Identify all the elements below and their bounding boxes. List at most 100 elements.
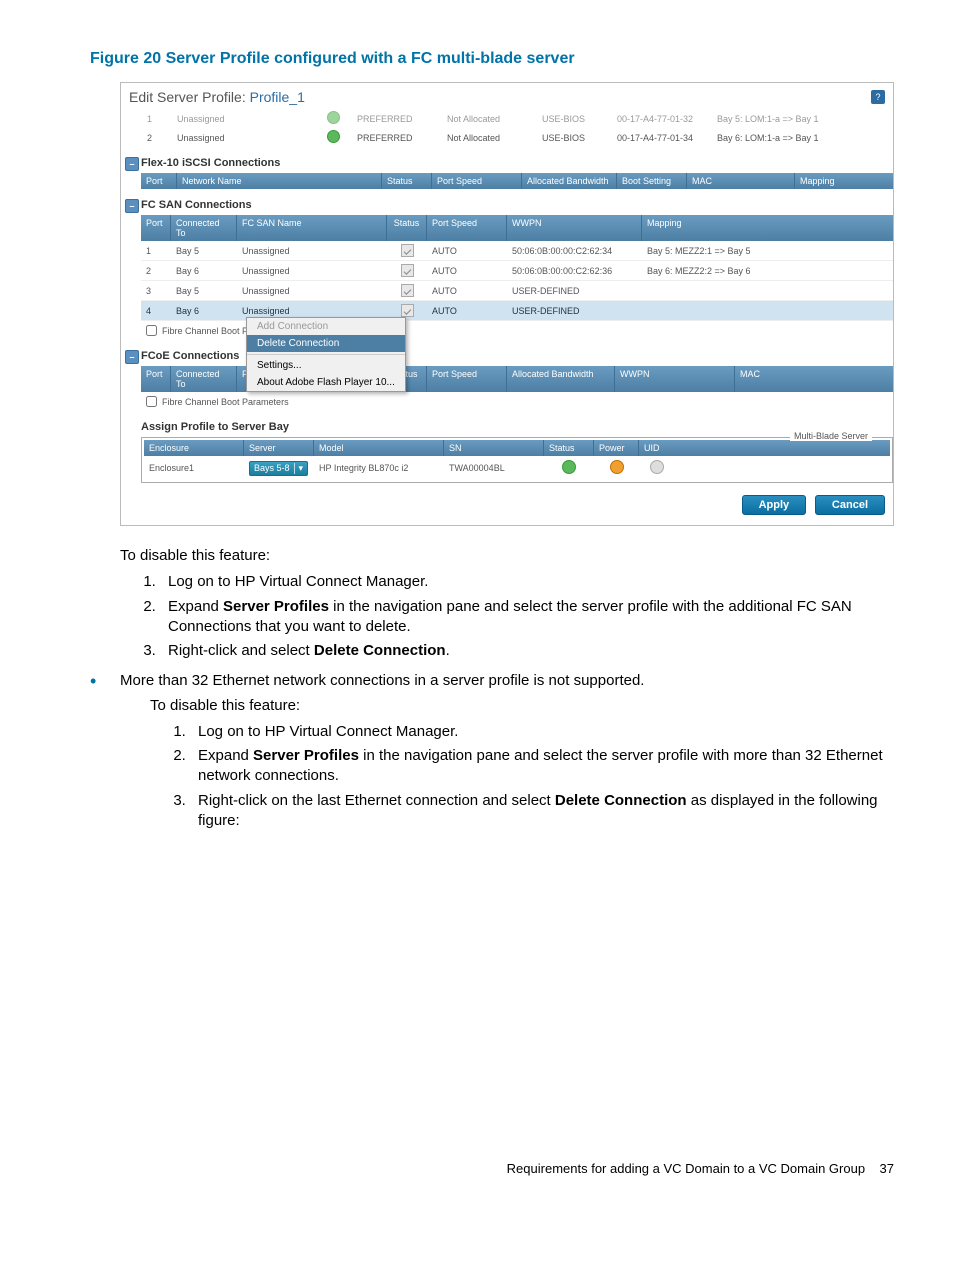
status-icon: [401, 244, 414, 257]
bullet-item: More than 32 Ethernet network connection…: [120, 671, 894, 831]
mapping-cell: Bay 6: MEZZ2:2 => Bay 6: [642, 263, 893, 279]
port-cell: 3: [141, 283, 171, 299]
fcoe-boot-params-checkbox[interactable]: [146, 396, 157, 407]
fc-boot-params-checkbox[interactable]: [146, 325, 157, 336]
list-item: Log on to HP Virtual Connect Manager.: [190, 722, 894, 742]
col-status: Status: [382, 173, 432, 189]
page-number: 37: [880, 1161, 894, 1176]
speed-cell: PREFERRED: [357, 133, 447, 143]
status-ok-icon: [327, 130, 340, 143]
col-connto: Connected To: [171, 215, 237, 241]
mac-cell: 00-17-A4-77-01-34: [617, 133, 717, 143]
col-mapping: Mapping: [642, 215, 893, 241]
mapping-cell: Bay 5: LOM:1-a => Bay 1: [717, 114, 885, 124]
connto-cell: Bay 5: [171, 243, 237, 259]
iscsi-section-header: – Flex-10 iSCSI Connections: [121, 147, 893, 173]
col-portspeed: Port Speed: [432, 173, 522, 189]
list-item: Expand Server Profiles in the navigation…: [160, 597, 894, 638]
bay-select-label: Bays 5-8: [254, 463, 290, 473]
name-cell: Unassigned: [177, 133, 327, 143]
col-status: Status: [387, 215, 427, 241]
menu-about-flash[interactable]: About Adobe Flash Player 10...: [247, 374, 405, 391]
mapping-cell: Bay 6: LOM:1-a => Bay 1: [717, 133, 885, 143]
col-enclosure: Enclosure: [144, 440, 244, 456]
iscsi-grid-header: Port Network Name Status Port Speed Allo…: [141, 173, 893, 189]
status-ok-icon: [327, 111, 340, 124]
fcoe-title: FCoE Connections: [141, 350, 239, 362]
col-power: Power: [594, 440, 639, 456]
boot-cell: USE-BIOS: [542, 114, 617, 124]
col-allocbw: Allocated Bandwidth: [522, 173, 617, 189]
page-footer: Requirements for adding a VC Domain to a…: [0, 1161, 954, 1206]
col-boot: Boot Setting: [617, 173, 687, 189]
document-body: To disable this feature: Log on to HP Vi…: [120, 546, 894, 831]
list-item: Log on to HP Virtual Connect Manager.: [160, 572, 894, 592]
ethernet-row[interactable]: 1 Unassigned PREFERRED Not Allocated USE…: [121, 109, 893, 128]
port-cell: 1: [129, 114, 177, 124]
sn-cell: TWA00004BL: [444, 459, 544, 477]
menu-settings[interactable]: Settings...: [247, 357, 405, 374]
portspeed-cell: AUTO: [427, 303, 507, 319]
mac-cell: 00-17-A4-77-01-32: [617, 114, 717, 124]
paragraph: To disable this feature:: [150, 696, 894, 716]
fcoe-section-header: – FCoE Connections: [121, 340, 893, 366]
list-item: Right-click on the last Ethernet connect…: [190, 791, 894, 832]
col-status: Status: [544, 440, 594, 456]
collapse-icon[interactable]: –: [125, 157, 139, 171]
panel-title: Edit Server Profile: Profile_1: [129, 89, 305, 105]
fcsan-row[interactable]: 3 Bay 5 Unassigned AUTO USER-DEFINED: [141, 281, 893, 301]
ethernet-row[interactable]: 2 Unassigned PREFERRED Not Allocated USE…: [121, 128, 893, 147]
menu-delete-connection[interactable]: Delete Connection: [247, 335, 405, 352]
cancel-button[interactable]: Cancel: [815, 495, 885, 515]
help-icon[interactable]: ?: [871, 90, 885, 104]
bay-select[interactable]: Bays 5-8 ▾: [249, 461, 308, 476]
connto-cell: Bay 6: [171, 303, 237, 319]
apply-button[interactable]: Apply: [742, 495, 807, 515]
col-wwpn: WWPN: [507, 215, 642, 241]
col-server: Server: [244, 440, 314, 456]
wwpn-cell: USER-DEFINED: [507, 283, 642, 299]
col-port: Port: [141, 173, 177, 189]
port-cell: 1: [141, 243, 171, 259]
paragraph: To disable this feature:: [120, 546, 894, 566]
context-menu: Add Connection Delete Connection Setting…: [246, 317, 406, 392]
chevron-down-icon: ▾: [294, 463, 304, 474]
menu-add-connection: Add Connection: [247, 318, 405, 335]
fcname-cell: Unassigned: [237, 263, 387, 279]
fcsan-section-header: – FC SAN Connections: [121, 189, 893, 215]
fcsan-row[interactable]: 1 Bay 5 Unassigned AUTO 50:06:0B:00:00:C…: [141, 241, 893, 261]
port-cell: 4: [141, 303, 171, 319]
status-ok-icon: [562, 460, 576, 474]
wwpn-cell: USER-DEFINED: [507, 303, 642, 319]
col-port: Port: [141, 366, 171, 392]
status-icon: [401, 264, 414, 277]
wwpn-cell: 50:06:0B:00:00:C2:62:36: [507, 263, 642, 279]
col-connto: Connected To: [171, 366, 237, 392]
fcname-cell: Unassigned: [237, 243, 387, 259]
footer-text: Requirements for adding a VC Domain to a…: [507, 1161, 865, 1176]
uid-icon[interactable]: [650, 460, 664, 474]
port-cell: 2: [129, 133, 177, 143]
boot-cell: USE-BIOS: [542, 133, 617, 143]
col-sn: SN: [444, 440, 544, 456]
assign-row: Enclosure1 Bays 5-8 ▾ HP Integrity BL870…: [144, 456, 890, 480]
fcsan-grid-header: Port Connected To FC SAN Name Status Por…: [141, 215, 893, 241]
mapping-cell: [642, 288, 893, 294]
col-netname: Network Name: [177, 173, 382, 189]
col-uid: UID: [639, 440, 674, 456]
collapse-icon[interactable]: –: [125, 350, 139, 364]
collapse-icon[interactable]: –: [125, 199, 139, 213]
mapping-cell: Bay 5: MEZZ2:1 => Bay 5: [642, 243, 893, 259]
portspeed-cell: AUTO: [427, 283, 507, 299]
fcname-cell: Unassigned: [237, 283, 387, 299]
assign-title: Assign Profile to Server Bay: [141, 421, 289, 433]
fcsan-row[interactable]: 2 Bay 6 Unassigned AUTO 50:06:0B:00:00:C…: [141, 261, 893, 281]
panel-title-prefix: Edit Server Profile:: [129, 89, 246, 105]
model-cell: HP Integrity BL870c i2: [314, 459, 444, 477]
fcoe-boot-params-row[interactable]: Fibre Channel Boot Parameters: [141, 392, 893, 411]
figure-title: Figure 20 Server Profile configured with…: [90, 50, 894, 68]
assign-section-header: Assign Profile to Server Bay: [121, 411, 893, 437]
port-cell: 2: [141, 263, 171, 279]
portspeed-cell: AUTO: [427, 243, 507, 259]
power-amber-icon[interactable]: [610, 460, 624, 474]
